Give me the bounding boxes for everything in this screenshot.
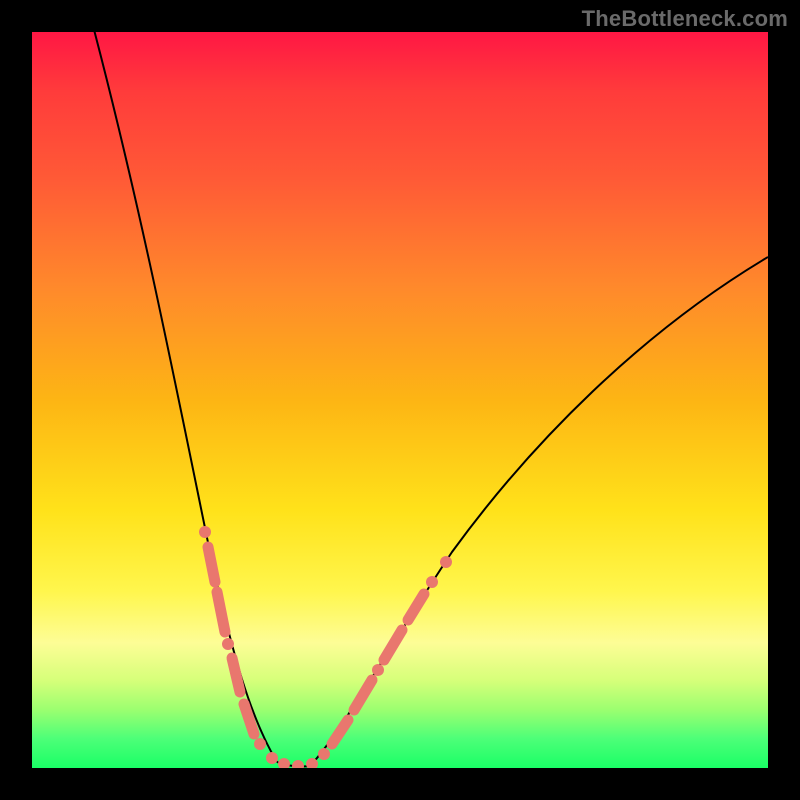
curve-left <box>92 32 277 762</box>
markers-vertex <box>278 758 318 768</box>
markers-right <box>318 556 452 760</box>
curve-right <box>310 257 768 766</box>
chart-svg <box>32 32 768 768</box>
chart-frame: TheBottleneck.com <box>0 0 800 800</box>
markers-left <box>199 526 278 764</box>
plot-area <box>32 32 768 768</box>
watermark-text: TheBottleneck.com <box>582 6 788 32</box>
